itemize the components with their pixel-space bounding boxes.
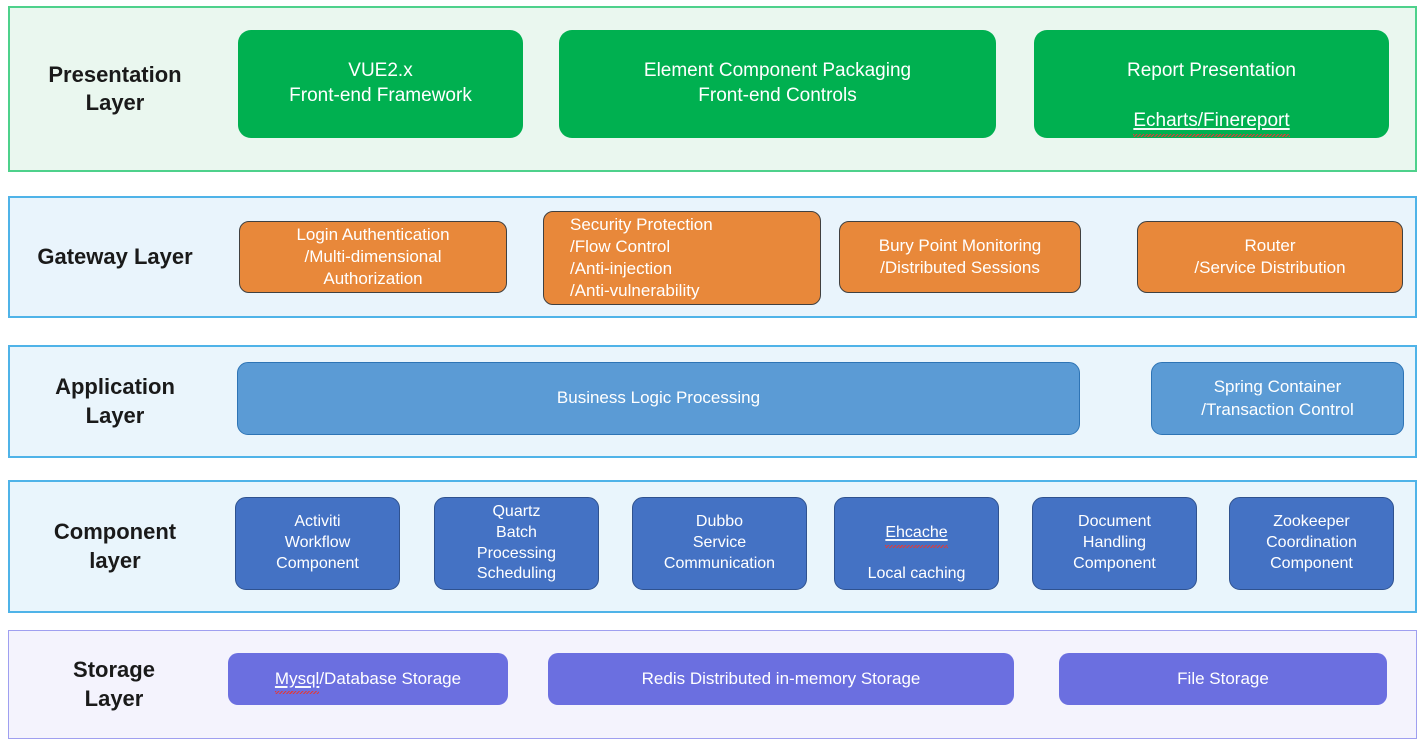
node-document-handling[interactable]: Document Handling Component <box>1032 497 1197 590</box>
layer-label-storage: Storage Layer <box>73 657 155 711</box>
node-ehcache-line2: Local caching <box>867 565 966 583</box>
layer-storage: Storage Layer Mysql/Database Storage Red… <box>8 630 1417 739</box>
node-element-component-packaging[interactable]: Element Component Packaging Front-end Co… <box>559 30 996 138</box>
layer-component: Component layer Activiti Workflow Compon… <box>8 480 1417 613</box>
node-security-protection[interactable]: Security Protection /Flow Control /Anti-… <box>543 211 821 305</box>
node-report-finereport: Finereport <box>1203 109 1290 138</box>
node-router-service-distribution[interactable]: Router /Service Distribution <box>1137 221 1403 293</box>
layer-presentation: Presentation Layer VUE2.x Front-end Fram… <box>8 6 1417 172</box>
layer-label-gateway: Gateway Layer <box>37 243 193 269</box>
node-vue-framework[interactable]: VUE2.x Front-end Framework <box>238 30 523 138</box>
node-mysql-database-storage[interactable]: Mysql/Database Storage <box>228 653 508 705</box>
node-ehcache-name: Ehcache <box>885 523 948 548</box>
node-mysql-name: Mysql <box>274 668 320 695</box>
layer-nodes-application: Business Logic Processing Spring Contain… <box>220 347 1415 456</box>
architecture-diagram: Presentation Layer VUE2.x Front-end Fram… <box>0 0 1425 745</box>
layer-application: Application Layer Business Logic Process… <box>8 345 1417 458</box>
node-bury-point-monitoring[interactable]: Bury Point Monitoring /Distributed Sessi… <box>839 221 1081 293</box>
node-spring-container[interactable]: Spring Container /Transaction Control <box>1151 362 1404 435</box>
node-login-authentication[interactable]: Login Authentication /Multi-dimensional … <box>239 221 507 293</box>
layer-nodes-presentation: VUE2.x Front-end Framework Element Compo… <box>220 8 1415 170</box>
node-quartz-batch-processing[interactable]: Quartz Batch Processing Scheduling <box>434 497 599 590</box>
node-report-echarts: Echarts <box>1133 109 1199 138</box>
node-report-line1: Report Presentation <box>1127 60 1296 82</box>
node-mysql-rest: /Database Storage <box>319 668 462 688</box>
layer-gateway: Gateway Layer Login Authentication /Mult… <box>8 196 1417 318</box>
node-zookeeper-coordination[interactable]: Zookeeper Coordination Component <box>1229 497 1394 590</box>
node-activiti-workflow[interactable]: Activiti Workflow Component <box>235 497 400 590</box>
node-dubbo-service-communication[interactable]: Dubbo Service Communication <box>632 497 807 590</box>
node-report-presentation[interactable]: Report Presentation Echarts/Finereport <box>1034 30 1389 138</box>
layer-label-application: Application Layer <box>55 374 175 428</box>
layer-nodes-component: Activiti Workflow Component Quartz Batch… <box>220 482 1415 611</box>
layer-nodes-storage: Mysql/Database Storage Redis Distributed… <box>219 631 1416 738</box>
node-redis-distributed-storage[interactable]: Redis Distributed in-memory Storage <box>548 653 1014 705</box>
node-ehcache-local-caching[interactable]: Ehcache Local caching <box>834 497 999 590</box>
node-file-storage[interactable]: File Storage <box>1059 653 1387 705</box>
node-business-logic-processing[interactable]: Business Logic Processing <box>237 362 1080 435</box>
layer-label-presentation: Presentation Layer <box>48 61 182 115</box>
layer-nodes-gateway: Login Authentication /Multi-dimensional … <box>220 198 1415 316</box>
layer-label-component: Component layer <box>53 519 177 573</box>
